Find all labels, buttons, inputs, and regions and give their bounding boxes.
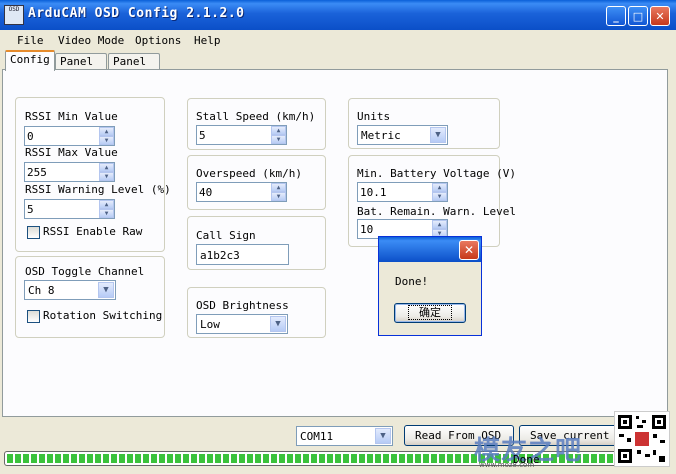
osd-brightness-group: OSD Brightness Low ▼ — [187, 287, 326, 338]
spin-up-icon[interactable]: ▲ — [271, 126, 286, 135]
units-select[interactable]: Metric ▼ — [357, 125, 448, 145]
dialog-ok-label: 确定 — [408, 305, 452, 320]
watermark: 模友之吧 www.moz8.com — [474, 428, 614, 472]
app-icon[interactable]: OSD — [4, 5, 24, 25]
rssi-group: RSSI Min Value 0 ▲ ▼ RSSI Max Value 255 … — [15, 97, 171, 252]
rssi-max-value: 255 — [27, 166, 47, 179]
dialog-ok-button[interactable]: 确定 — [394, 303, 466, 323]
chevron-down-icon[interactable]: ▼ — [430, 127, 446, 143]
rssi-enable-raw-checkbox[interactable] — [27, 226, 40, 239]
dialog-message: Done! — [395, 275, 429, 288]
osd-toggle-group: OSD Toggle Channel Ch 8 ▼ Rotation Switc… — [15, 256, 165, 338]
rotation-switching-label: Rotation Switching — [43, 309, 163, 322]
call-sign-value: a1b2c3 — [200, 249, 240, 262]
units-value: Metric — [361, 129, 401, 142]
osd-toggle-value: Ch 8 — [28, 284, 55, 297]
spin-up-icon[interactable]: ▲ — [99, 127, 114, 136]
tab-panel-1[interactable]: Panel 1 — [55, 53, 107, 84]
stall-speed-label: Stall Speed (km/h) — [196, 110, 316, 123]
rssi-max-input[interactable]: 255 ▲ ▼ — [24, 162, 115, 182]
maximize-button[interactable]: □ — [628, 6, 648, 26]
menu-bar: File Video Mode Options Help — [0, 30, 676, 50]
battery-warn-value: 10 — [360, 223, 374, 236]
menu-options[interactable]: Options — [135, 34, 181, 47]
call-sign-input[interactable]: a1b2c3 — [196, 244, 289, 265]
osd-toggle-label: OSD Toggle Channel — [25, 265, 145, 278]
rssi-enable-raw-label: RSSI Enable Raw — [43, 225, 143, 238]
osd-toggle-channel-select[interactable]: Ch 8 ▼ — [24, 280, 116, 300]
rotation-switching-checkbox[interactable] — [27, 310, 40, 323]
spin-up-icon[interactable]: ▲ — [99, 163, 114, 172]
menu-file[interactable]: File — [17, 34, 44, 47]
port-value: COM11 — [300, 430, 334, 443]
rssi-max-label: RSSI Max Value — [25, 146, 118, 159]
window-title: ArduCAM OSD Config 2.1.2.0 — [28, 6, 245, 21]
dialog-close-button[interactable]: ✕ — [459, 240, 479, 260]
spin-up-icon[interactable]: ▲ — [432, 220, 447, 229]
port-select[interactable]: COM11 ▼ — [296, 426, 393, 446]
call-sign-label: Call Sign — [196, 229, 256, 242]
osd-brightness-value: Low — [200, 318, 220, 331]
battery-warn-label: Bat. Remain. Warn. Level — [357, 205, 516, 218]
battery-group: Min. Battery Voltage (V) 10.1 ▲ ▼ Bat. R… — [348, 155, 516, 247]
tab-panel-2[interactable]: Panel 2 — [108, 53, 160, 84]
rssi-warning-label: RSSI Warning Level (%) — [25, 183, 171, 196]
rssi-warning-value: 5 — [27, 203, 34, 216]
stall-speed-group: Stall Speed (km/h) 5 ▲ ▼ — [187, 98, 326, 150]
spin-down-icon[interactable]: ▼ — [271, 135, 286, 144]
tab-config[interactable]: Config — [5, 50, 55, 71]
spin-down-icon[interactable]: ▼ — [99, 136, 114, 145]
status-text: Done — [513, 453, 540, 466]
spin-up-icon[interactable]: ▲ — [99, 200, 114, 209]
rssi-min-input[interactable]: 0 ▲ ▼ — [24, 126, 115, 146]
title-bar[interactable]: OSD ArduCAM OSD Config 2.1.2.0 _ □ ✕ — [0, 0, 676, 30]
osd-brightness-select[interactable]: Low ▼ — [196, 314, 288, 334]
spin-up-icon[interactable]: ▲ — [271, 183, 286, 192]
tab-strip: Config Panel 1 Panel 2 — [0, 50, 676, 84]
spin-down-icon[interactable]: ▼ — [432, 192, 447, 201]
battery-min-label: Min. Battery Voltage (V) — [357, 167, 516, 180]
rssi-min-value: 0 — [27, 130, 34, 143]
chevron-down-icon[interactable]: ▼ — [375, 428, 391, 444]
spin-down-icon[interactable]: ▼ — [271, 192, 286, 201]
overspeed-group: Overspeed (km/h) 40 ▲ ▼ — [187, 155, 326, 210]
units-group: Units Metric ▼ — [348, 98, 500, 149]
call-sign-group: Call Sign a1b2c3 — [187, 216, 326, 270]
spin-up-icon[interactable]: ▲ — [432, 183, 447, 192]
dialog-title-bar[interactable]: ✕ — [379, 237, 481, 262]
stall-speed-input[interactable]: 5 ▲ ▼ — [196, 125, 287, 145]
menu-help[interactable]: Help — [194, 34, 221, 47]
battery-min-input[interactable]: 10.1 ▲ ▼ — [357, 182, 448, 202]
minimize-button[interactable]: _ — [606, 6, 626, 26]
osd-brightness-label: OSD Brightness — [196, 299, 289, 312]
spin-down-icon[interactable]: ▼ — [99, 172, 114, 181]
units-label: Units — [357, 110, 391, 123]
app-window: OSD ArduCAM OSD Config 2.1.2.0 _ □ ✕ Fil… — [0, 0, 676, 474]
rssi-warning-input[interactable]: 5 ▲ ▼ — [24, 199, 115, 219]
menu-video-mode[interactable]: Video Mode — [58, 34, 124, 47]
overspeed-value: 40 — [199, 186, 213, 199]
close-button[interactable]: ✕ — [650, 6, 670, 26]
battery-min-value: 10.1 — [360, 186, 387, 199]
spin-down-icon[interactable]: ▼ — [99, 209, 114, 218]
overspeed-label: Overspeed (km/h) — [196, 167, 302, 180]
done-dialog: ✕ Done! 确定 — [378, 236, 482, 336]
qr-code-icon — [614, 411, 670, 467]
chevron-down-icon[interactable]: ▼ — [270, 316, 286, 332]
chevron-down-icon[interactable]: ▼ — [98, 282, 114, 298]
rssi-min-label: RSSI Min Value — [25, 110, 118, 123]
overspeed-input[interactable]: 40 ▲ ▼ — [196, 182, 287, 202]
qr-code-graphic — [618, 415, 666, 463]
stall-speed-value: 5 — [199, 129, 206, 142]
